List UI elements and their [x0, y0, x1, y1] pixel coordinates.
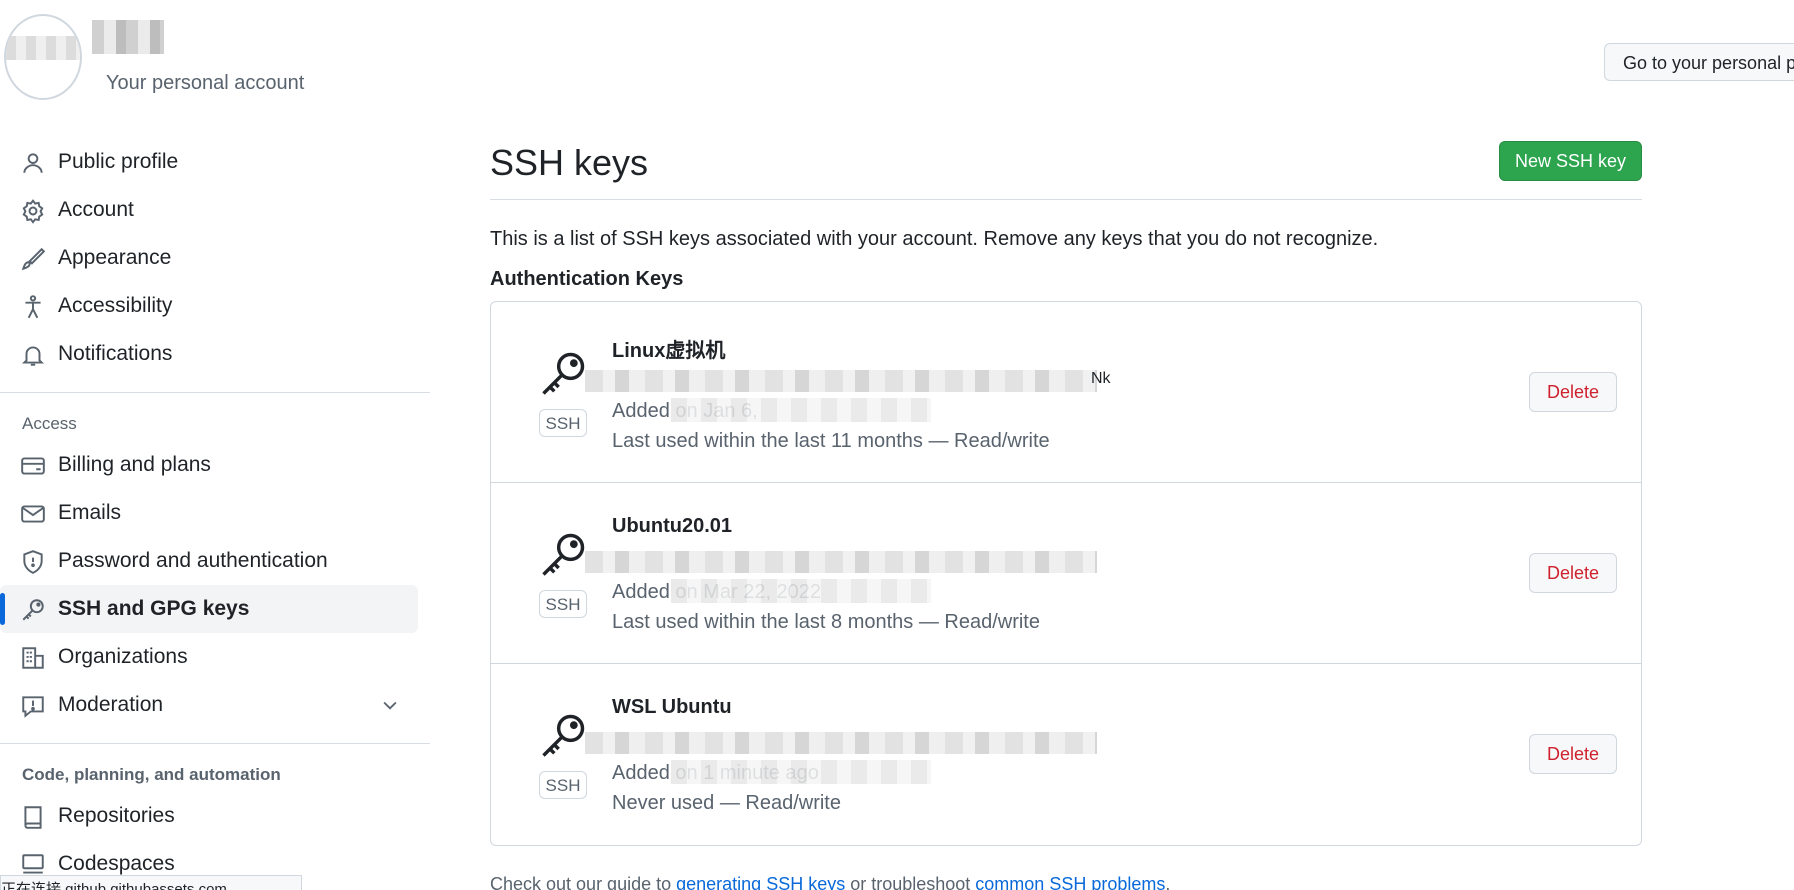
ssh-key-row: SSH Ubuntu20.01 Added on Mar 22, 2022 La…	[491, 483, 1641, 664]
key-last-used: Last used within the last 11 months — Re…	[612, 430, 1050, 452]
ssh-key-list: SSH Linux虚拟机 Nk Added on Jan 6, Last use…	[490, 301, 1642, 846]
key-title: Linux虚拟机	[612, 340, 726, 362]
blurred-username	[6, 36, 80, 60]
mail-icon	[21, 505, 45, 523]
key-type-badge: SSH	[539, 409, 587, 437]
delete-key-button[interactable]: Delete	[1529, 553, 1617, 593]
key-title: Ubuntu20.01	[612, 515, 733, 537]
sidebar-item-billing[interactable]: Billing and plans	[0, 441, 418, 489]
settings-sidebar: Public profile Account Appearance Access…	[0, 138, 430, 888]
chevron-down-icon[interactable]	[380, 695, 400, 715]
key-type-badge: SSH	[539, 771, 587, 799]
paintbrush-icon	[21, 247, 46, 271]
sidebar-section-heading-code: Code, planning, and automation	[22, 765, 281, 784]
new-ssh-key-button[interactable]: New SSH key	[1499, 141, 1642, 181]
generating-ssh-keys-link[interactable]: generating SSH keys	[676, 874, 845, 890]
sidebar-item-password-authentication[interactable]: Password and authentication	[0, 537, 418, 585]
account-subtitle: Your personal account	[106, 72, 305, 94]
go-to-personal-profile-button[interactable]: Go to your personal profile	[1604, 43, 1794, 81]
key-icon	[542, 714, 585, 757]
blurred-added-date	[671, 760, 931, 784]
sidebar-item-label: Notifications	[58, 342, 173, 365]
sidebar-item-label: Moderation	[58, 693, 164, 716]
sidebar-item-notifications[interactable]: Notifications	[0, 330, 418, 378]
key-icon	[542, 352, 585, 395]
sidebar-item-label: Emails	[58, 501, 122, 524]
sidebar-section-heading-access: Access	[22, 414, 77, 433]
delete-key-button[interactable]: Delete	[1529, 372, 1617, 412]
sidebar-item-ssh-gpg-keys[interactable]: SSH and GPG keys	[0, 585, 418, 633]
sidebar-item-label: SSH and GPG keys	[58, 597, 250, 620]
sidebar-item-organizations[interactable]: Organizations	[0, 633, 418, 681]
key-fingerprint-tail: Nk	[1091, 370, 1111, 387]
sidebar-item-label: Codespaces	[58, 852, 175, 875]
footer-text: Check out our guide to	[490, 874, 677, 890]
blurred-added-date	[671, 398, 931, 422]
key-title: WSL Ubuntu	[612, 696, 732, 718]
footer-text: or troubleshoot	[845, 874, 976, 890]
key-icon	[22, 599, 44, 621]
common-ssh-problems-link[interactable]: common SSH problems	[975, 874, 1165, 890]
title-row: SSH keys New SSH key	[490, 138, 1642, 200]
account-header: Your personal account	[0, 0, 420, 105]
key-type-badge: SSH	[539, 590, 587, 618]
sidebar-item-account[interactable]: Account	[0, 186, 418, 234]
blurred-fingerprint	[585, 732, 1097, 754]
sidebar-item-label: Repositories	[58, 804, 175, 827]
key-last-used: Never used — Read/write	[612, 792, 841, 814]
report-icon	[22, 696, 44, 718]
sidebar-divider	[0, 392, 430, 393]
person-icon	[23, 153, 43, 173]
sidebar-item-label: Organizations	[58, 645, 188, 668]
bell-icon	[21, 346, 45, 366]
shield-icon	[23, 550, 43, 574]
sidebar-item-accessibility[interactable]: Accessibility	[0, 282, 418, 330]
browser-status-bar: 正在连接 github.githubassets.com...	[0, 875, 302, 890]
sidebar-item-label: Appearance	[58, 246, 172, 269]
key-icon	[542, 533, 585, 576]
sidebar-item-label: Accessibility	[58, 294, 173, 317]
blurred-fingerprint	[585, 370, 1097, 392]
footer-text: .	[1165, 874, 1171, 890]
blurred-username-2	[92, 20, 164, 54]
section-heading-authentication-keys: Authentication Keys	[490, 268, 684, 290]
page-title: SSH keys	[490, 142, 649, 183]
ssh-keys-main: SSH keys New SSH key This is a list of S…	[490, 138, 1642, 890]
sidebar-item-public-profile[interactable]: Public profile	[0, 138, 418, 186]
ssh-key-row: SSH Linux虚拟机 Nk Added on Jan 6, Last use…	[491, 302, 1641, 483]
accessibility-icon	[25, 295, 41, 319]
delete-key-button[interactable]: Delete	[1529, 734, 1617, 774]
sidebar-item-label: Billing and plans	[58, 453, 211, 476]
sidebar-item-emails[interactable]: Emails	[0, 489, 418, 537]
organization-icon	[22, 647, 44, 669]
sidebar-item-label: Account	[58, 198, 134, 221]
ssh-key-row: SSH WSL Ubuntu Added on 1 minute ago Nev…	[491, 664, 1641, 845]
sidebar-item-label: Public profile	[58, 150, 179, 173]
key-last-used: Last used within the last 8 months — Rea…	[612, 611, 1040, 633]
sidebar-item-moderation[interactable]: Moderation	[0, 681, 418, 729]
gear-icon	[22, 199, 44, 224]
page-description: This is a list of SSH keys associated wi…	[490, 228, 1379, 250]
help-footer-note: Check out our guide to generating SSH ke…	[490, 874, 1642, 890]
repo-icon	[24, 806, 42, 829]
sidebar-item-label: Password and authentication	[58, 549, 328, 572]
sidebar-divider	[0, 743, 430, 744]
sidebar-item-repositories[interactable]: Repositories	[0, 792, 418, 840]
sidebar-item-appearance[interactable]: Appearance	[0, 234, 418, 282]
avatar[interactable]	[4, 14, 82, 100]
credit-card-icon	[21, 457, 45, 475]
blurred-fingerprint	[585, 551, 1097, 573]
blurred-added-date	[671, 579, 931, 603]
